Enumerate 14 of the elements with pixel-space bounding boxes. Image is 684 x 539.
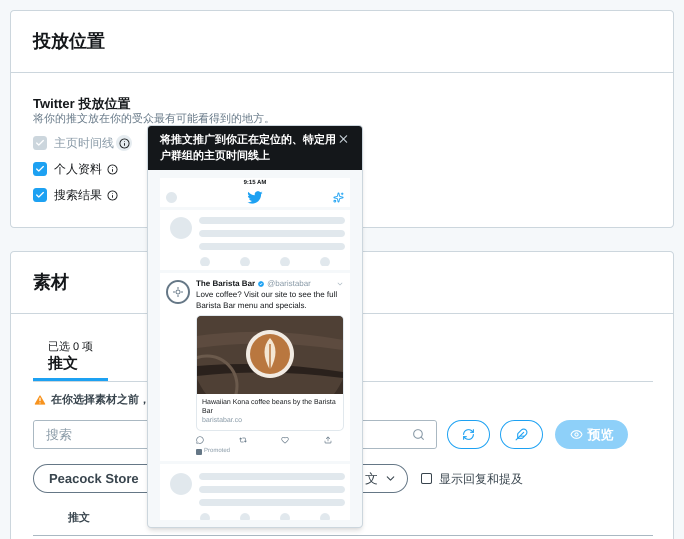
tweet-author: The Barista Bar (196, 278, 256, 289)
card-title: 素材 (33, 271, 69, 294)
section-description: 将你的推文放在你的受众最有可能看得到的地方。 (33, 112, 276, 126)
warning-text: 在你选择素材之前， (51, 392, 150, 408)
tooltip-text: 将推文推广到你正在定位的、特定用户群组的主页时间线上 (160, 132, 337, 164)
checkbox-label: 搜索结果 (54, 187, 102, 204)
column-header: 推文 (68, 510, 90, 526)
tweet-handle: @baristabar (267, 278, 311, 289)
section-title: Twitter 投放位置 (33, 96, 132, 112)
checkbox-label: 显示回复和提及 (439, 470, 523, 488)
checkbox-label: 主页时间线 (54, 135, 114, 152)
checkbox-label: 个人资料 (54, 161, 102, 178)
card-title: 投放位置 (33, 30, 105, 53)
tweet-text: Love coffee? Visit our site to see the full Barista Bar menu and specials. (196, 289, 338, 311)
